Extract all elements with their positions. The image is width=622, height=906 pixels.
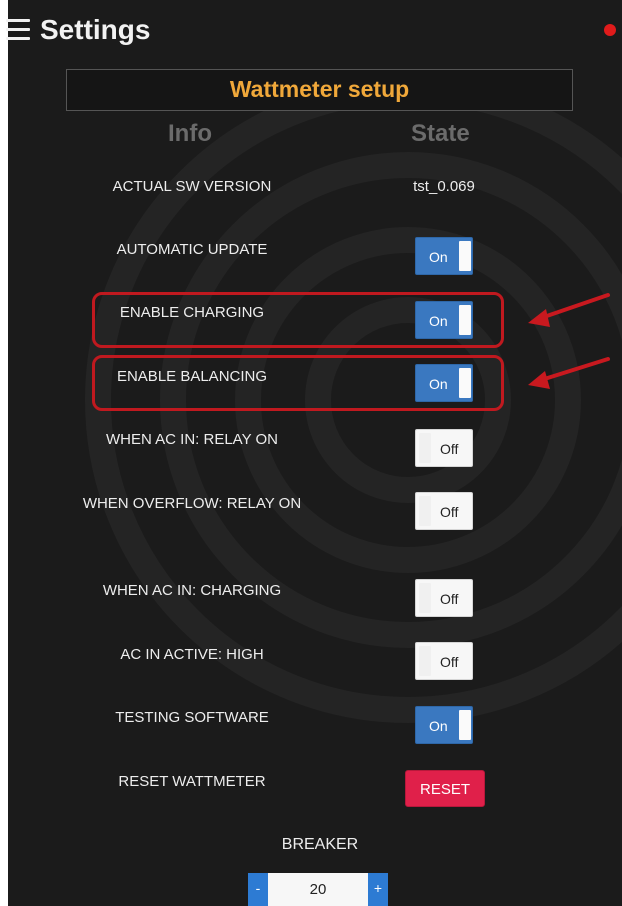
label-ac-in-charging: WHEN AC IN: CHARGING [102,582,282,599]
toggle-knob [419,646,431,676]
label-overflow-relay-on: WHEN OVERFLOW: RELAY ON [82,495,302,512]
toggle-knob [459,305,471,335]
toggle-state-text: On [429,376,448,392]
toggle-automatic-update[interactable]: On [415,237,473,275]
reset-button[interactable]: RESET [405,770,485,807]
toggle-knob [419,496,431,526]
toggle-ac-in-charging[interactable]: Off [415,579,473,617]
sw-version-value: tst_0.069 [413,178,475,195]
toggle-enable-balancing[interactable]: On [415,364,473,402]
toggle-knob [459,241,471,271]
label-enable-charging: ENABLE CHARGING [119,304,265,321]
breaker-increment-button[interactable]: + [368,873,388,906]
toggle-testing-software[interactable]: On [415,706,473,744]
label-enable-balancing: ENABLE BALANCING [116,368,268,385]
screenshot-frame: Settings Wattmeter setup Info State ACTU… [0,0,622,906]
breaker-decrement-button[interactable]: - [248,873,268,906]
breaker-value-input[interactable] [268,873,368,906]
label-ac-in-relay-on: WHEN AC IN: RELAY ON [106,431,278,448]
app-header: Settings [0,0,622,56]
toggle-knob [459,710,471,740]
label-ac-in-active-high: AC IN ACTIVE: HIGH [120,646,264,663]
breaker-label: BREAKER [281,836,359,853]
hamburger-menu-icon[interactable] [6,19,30,41]
page-title: Settings [40,14,151,45]
toggle-enable-charging[interactable]: On [415,301,473,339]
toggle-knob [459,368,471,398]
toggle-state-text: Off [440,441,459,457]
status-dot-icon [604,24,616,36]
annotation-arrows [528,293,610,389]
breaker-stepper: - + [248,873,390,906]
toggle-knob [419,433,431,463]
column-header-state: State [411,120,470,147]
label-reset-wattmeter: RESET WATTMETER [118,773,266,790]
toggle-ac-in-relay-on[interactable]: Off [415,429,473,467]
section-header: Wattmeter setup [66,69,573,111]
toggle-state-text: On [429,718,448,734]
arrow-balancing-icon [536,357,610,383]
toggle-knob [419,583,431,613]
toggle-state-text: Off [440,591,459,607]
label-automatic-update: AUTOMATIC UPDATE [116,241,268,258]
toggle-state-text: On [429,313,448,329]
column-header-info: Info [168,120,212,147]
toggle-state-text: Off [440,504,459,520]
label-testing-software: TESTING SOFTWARE [115,709,269,726]
toggle-overflow-relay-on[interactable]: Off [415,492,473,530]
section-title: Wattmeter setup [229,76,410,102]
label-sw-version: ACTUAL SW VERSION [112,178,272,195]
arrow-charging-icon [536,293,610,321]
toggle-state-text: Off [440,654,459,670]
toggle-ac-in-active-high[interactable]: Off [415,642,473,680]
toggle-state-text: On [429,249,448,265]
